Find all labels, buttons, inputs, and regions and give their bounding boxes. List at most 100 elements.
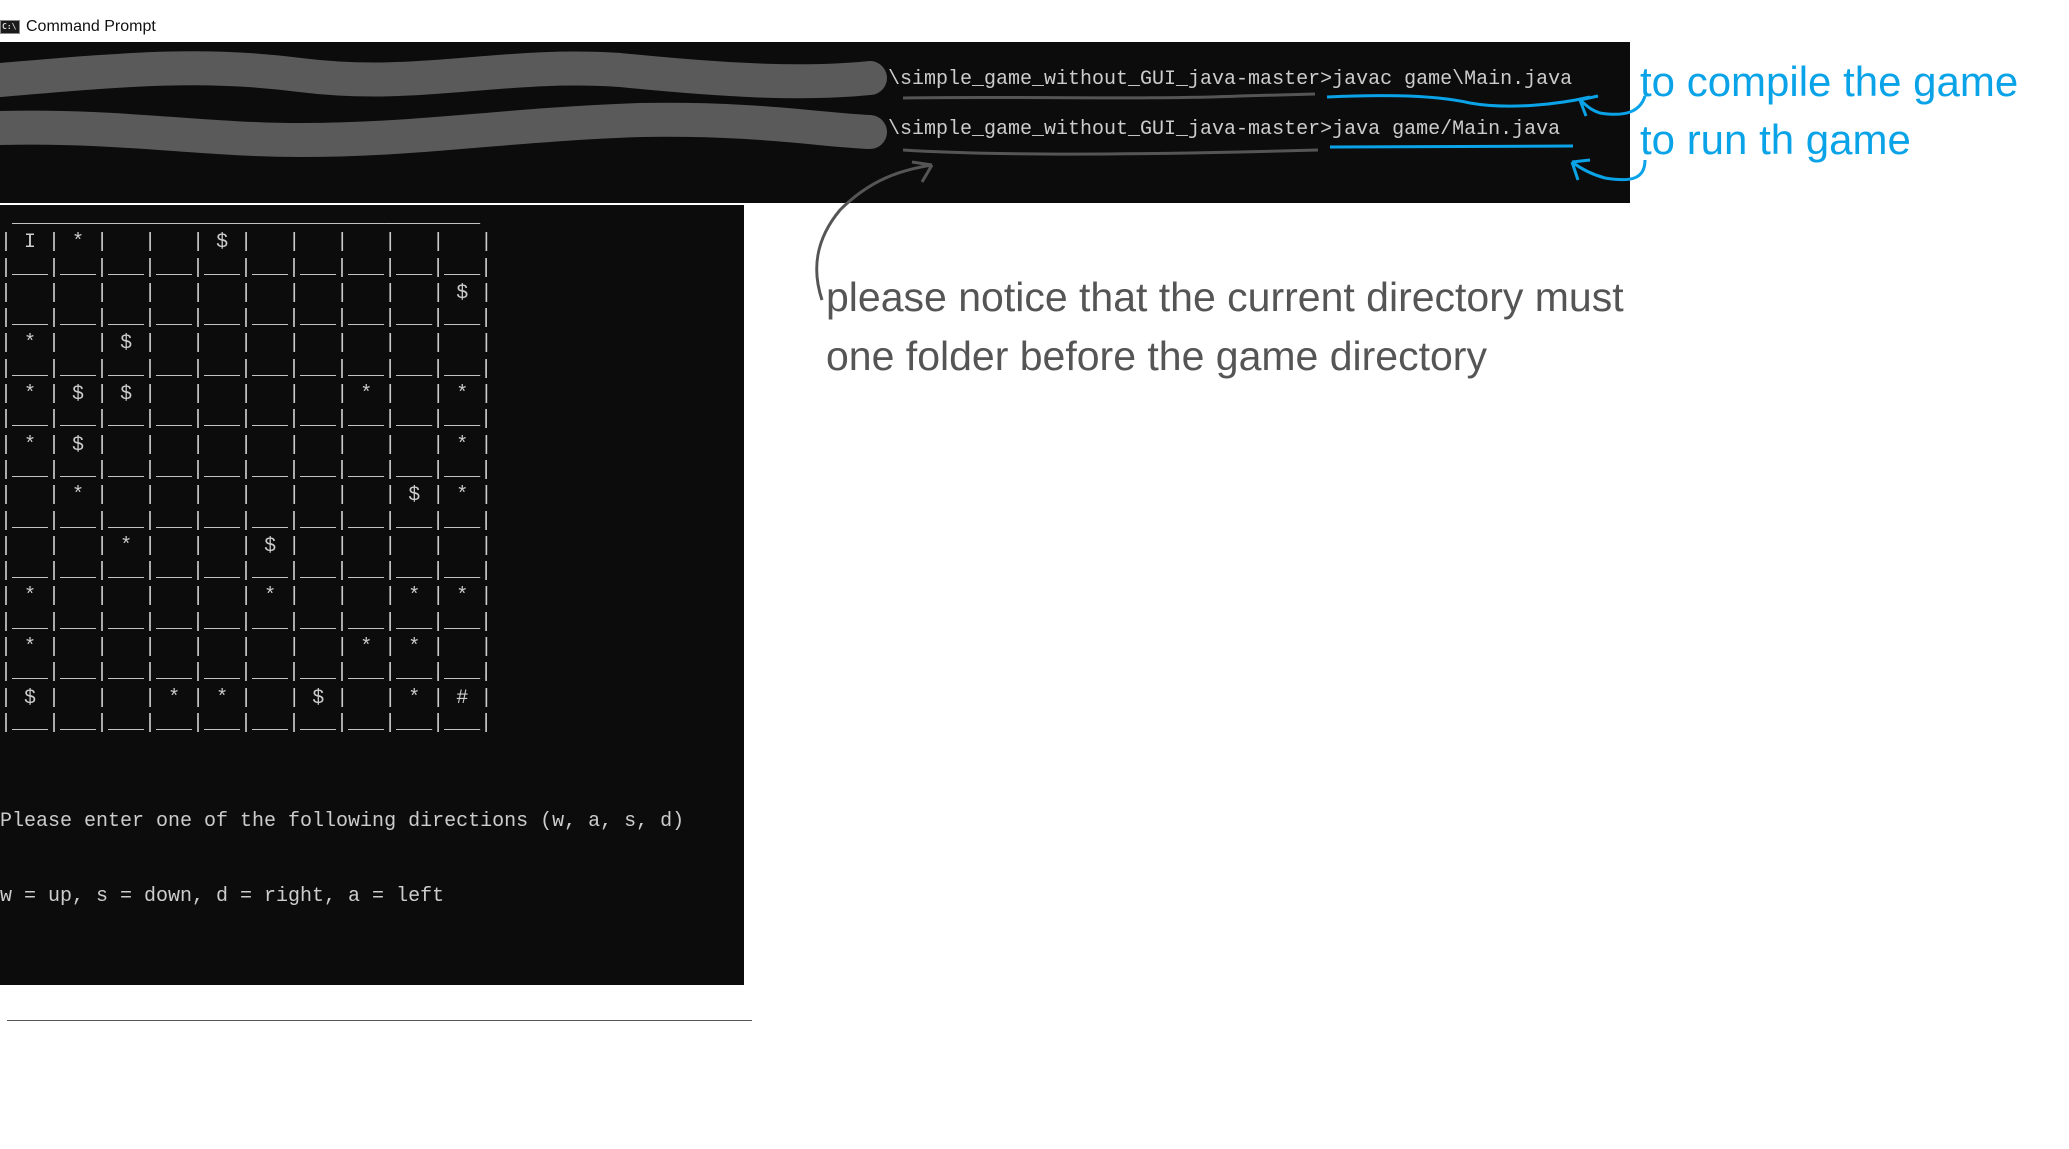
board-cell xyxy=(108,282,144,305)
board-row: | | | | | | | | | | $ | xyxy=(0,281,493,305)
board-cell xyxy=(348,585,384,608)
board-cell xyxy=(60,636,96,659)
direction-prompt: Please enter one of the following direct… xyxy=(0,759,684,959)
terminal-commands-pane[interactable]: \simple_game_without_GUI_java-master>jav… xyxy=(0,42,1630,203)
board-cell: * xyxy=(12,383,49,407)
board-row-border: |___|___|___|___|___|___|___|___|___|___… xyxy=(0,408,493,432)
divider-line xyxy=(7,1020,752,1021)
board-cell xyxy=(108,434,144,457)
board-cell: * xyxy=(396,686,433,710)
board-cell xyxy=(396,535,432,558)
board-cell xyxy=(348,332,384,355)
directory-note-line: please notice that the current directory… xyxy=(826,274,1624,320)
board-row-border: |___|___|___|___|___|___|___|___|___|___… xyxy=(0,307,493,331)
directory-annotation: please notice that the current directory… xyxy=(826,268,1624,386)
board-cell xyxy=(156,535,192,558)
run-annotation: to run th game xyxy=(1640,116,1911,163)
board-cell xyxy=(300,484,336,507)
board-cell xyxy=(348,231,384,254)
board-cell: * xyxy=(156,686,193,710)
board-row: | * | $ | | | | | | | | * | xyxy=(0,433,493,457)
board-cell xyxy=(204,383,240,406)
board-cell: * xyxy=(12,585,49,609)
command-line-run: \simple_game_without_GUI_java-master>jav… xyxy=(888,118,1560,141)
board-cell xyxy=(156,585,192,608)
board-row-border: |___|___|___|___|___|___|___|___|___|___… xyxy=(0,560,493,584)
board-cell: $ xyxy=(60,433,97,457)
board-cell xyxy=(348,282,384,305)
board-cell xyxy=(156,383,192,406)
board-cell xyxy=(300,636,336,659)
command-line-compile: \simple_game_without_GUI_java-master>jav… xyxy=(888,68,1572,91)
board-cell xyxy=(12,282,48,305)
board-cell xyxy=(108,585,144,608)
board-cell xyxy=(12,484,48,507)
game-board: _______________________________________ |… xyxy=(0,205,492,736)
terminal-game-pane[interactable]: _______________________________________ |… xyxy=(0,205,744,985)
board-cell xyxy=(156,231,192,254)
board-cell xyxy=(300,383,336,406)
board-cell: * xyxy=(396,636,433,660)
board-cell xyxy=(252,332,288,355)
board-cell: * xyxy=(60,484,97,508)
command-path: \simple_game_without_GUI_java-master> xyxy=(888,118,1333,141)
board-cell: $ xyxy=(108,332,145,356)
board-cell xyxy=(396,434,432,457)
board-cell: * xyxy=(60,231,97,255)
board-cell: $ xyxy=(444,281,481,305)
command-text: javac game\Main.java xyxy=(1332,68,1573,91)
board-cell xyxy=(252,636,288,659)
board-cell xyxy=(444,231,480,254)
board-cell xyxy=(444,332,480,355)
board-cell xyxy=(156,282,192,305)
board-cell xyxy=(60,585,96,608)
board-cell: * xyxy=(444,433,481,457)
board-cell: * xyxy=(348,636,385,660)
board-cell: * xyxy=(252,585,289,609)
board-cell xyxy=(12,535,48,558)
board-cell xyxy=(300,282,336,305)
board-cell xyxy=(396,231,432,254)
board-row-border: |___|___|___|___|___|___|___|___|___|___… xyxy=(0,357,493,381)
board-cell xyxy=(156,434,192,457)
board-cell: $ xyxy=(12,686,49,710)
compile-annotation: to compile the game xyxy=(1640,58,2019,105)
board-row-border: |___|___|___|___|___|___|___|___|___|___… xyxy=(0,711,493,735)
board-cell xyxy=(204,282,240,305)
board-row: | * | | | | | * | | | * | * | xyxy=(0,585,493,609)
board-cell xyxy=(396,383,432,406)
board-row-border: |___|___|___|___|___|___|___|___|___|___… xyxy=(0,509,493,533)
board-cell xyxy=(252,687,288,710)
board-row-border: |___|___|___|___|___|___|___|___|___|___… xyxy=(0,610,493,634)
board-cell: # xyxy=(444,686,481,710)
board-row: | * | | | | | | | * | * | | xyxy=(0,636,493,660)
board-row: | I | * | | | $ | | | | | | xyxy=(0,231,493,255)
board-cell xyxy=(204,585,240,608)
board-cell: * xyxy=(12,433,49,457)
board-row-border: |___|___|___|___|___|___|___|___|___|___… xyxy=(0,256,493,280)
board-cell xyxy=(348,687,384,710)
board-row: | * | $ | $ | | | | | * | | * | xyxy=(0,383,493,407)
board-cell xyxy=(108,636,144,659)
board-cell xyxy=(60,282,96,305)
board-cell xyxy=(204,636,240,659)
command-text: java game/Main.java xyxy=(1332,118,1561,141)
board-cell: $ xyxy=(108,383,145,407)
board-row: | | * | | | | | | | $ | * | xyxy=(0,484,493,508)
board-cell xyxy=(252,484,288,507)
board-cell xyxy=(396,282,432,305)
board-cell xyxy=(108,484,144,507)
board-cell: * xyxy=(444,585,481,609)
title-bar: C:\ Command Prompt xyxy=(0,14,156,40)
cmd-icon: C:\ xyxy=(0,20,20,34)
window-title: Command Prompt xyxy=(26,18,156,35)
board-cell: $ xyxy=(60,383,97,407)
directory-note-line: one folder before the game directory xyxy=(826,333,1487,379)
board-cell xyxy=(300,434,336,457)
board-cell xyxy=(252,383,288,406)
board-cell xyxy=(300,231,336,254)
board-cell: * xyxy=(108,534,145,558)
board-cell: * xyxy=(444,484,481,508)
board-cell xyxy=(252,434,288,457)
board-cell xyxy=(444,636,480,659)
